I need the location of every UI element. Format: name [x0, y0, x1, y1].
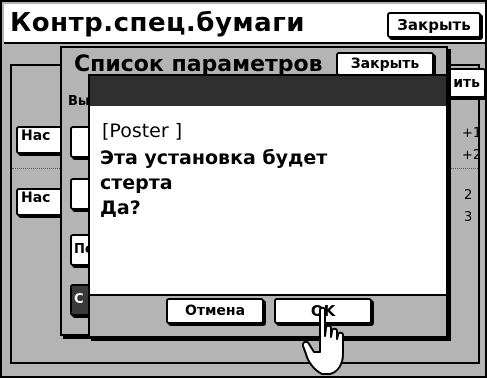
background-tab-1[interactable]: Нас [16, 126, 66, 154]
value-label: +2 [462, 148, 482, 163]
confirm-message: Эта установка будет стерта Да? [100, 147, 328, 219]
pointing-hand-icon [301, 306, 344, 375]
cancel-button[interactable]: Отмена [166, 298, 264, 324]
dialog-header [90, 76, 446, 106]
device-screen: Контр.спец.бумаги Закрыть Нас Нас +1 +2 … [0, 0, 487, 378]
confirm-delete-dialog: [Poster ] Эта установка будет стерта Да? [88, 74, 448, 338]
title-bar: Контр.спец.бумаги Закрыть [4, 4, 485, 44]
dialog-subtitle: Вы [68, 94, 90, 109]
dialog-footer [90, 294, 446, 336]
dialog-close-button[interactable]: Закрыть [336, 52, 434, 76]
value-label: 3 [464, 210, 473, 225]
window-title: Контр.спец.бумаги [10, 8, 305, 38]
close-button[interactable]: Закрыть [387, 12, 481, 38]
value-label: +1 [462, 126, 482, 141]
value-label: 2 [464, 188, 473, 203]
background-tab-2[interactable]: Нас [16, 188, 66, 216]
setting-name: [Poster ] [102, 120, 183, 142]
